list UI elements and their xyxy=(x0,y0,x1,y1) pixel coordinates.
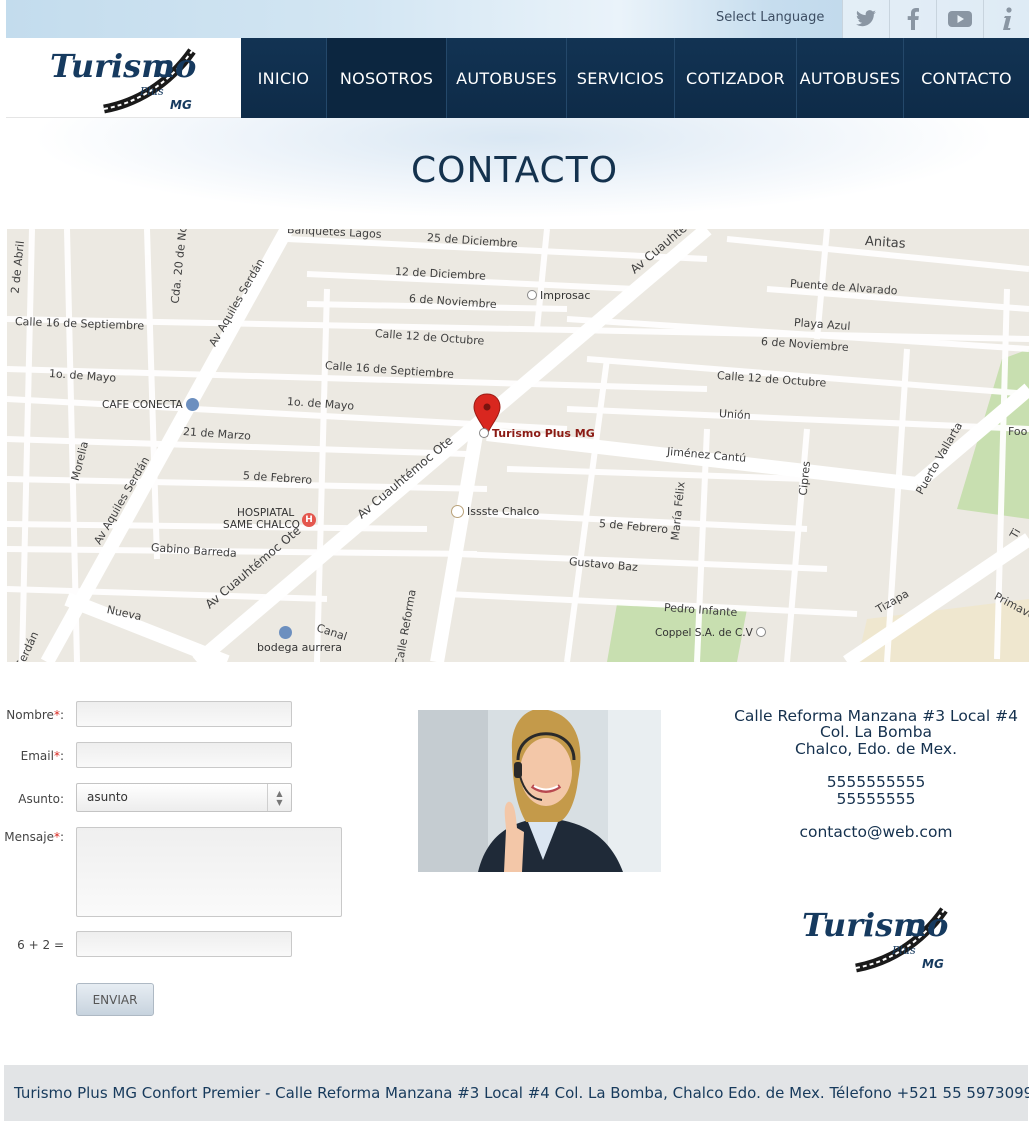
phone-1: 5555555555 xyxy=(826,773,926,791)
poi-icon xyxy=(479,428,489,438)
logo-text-plus: Plus xyxy=(139,85,164,98)
info-link[interactable] xyxy=(983,0,1029,38)
mensaje-label: Mensaje*: xyxy=(4,830,64,844)
map-poi[interactable]: Improsac xyxy=(527,289,590,302)
language-selector[interactable]: Select Language xyxy=(716,10,824,25)
support-agent-photo xyxy=(418,710,661,872)
select-arrows-icon: ▲ ▼ xyxy=(267,784,291,811)
poi-label: Coppel S.A. de C.V xyxy=(655,627,753,639)
map-poi[interactable]: bodega aurrera xyxy=(257,626,342,654)
hospital-icon: H xyxy=(302,512,316,527)
poi-label: bodega aurrera xyxy=(257,641,343,654)
poi-label: CAFE CONECTA xyxy=(102,399,183,411)
nav-item-contacto[interactable]: CONTACTO xyxy=(904,38,1029,118)
site-footer: Turismo Plus MG Confort Premier - Calle … xyxy=(4,1065,1029,1121)
location-map[interactable]: Banquetes Lagos 25 de Diciembre Anitas A… xyxy=(7,229,1029,662)
street-label: Anitas xyxy=(864,234,907,252)
address-line-2: Col. La Bomba xyxy=(819,723,933,741)
street-label: Unión xyxy=(718,407,752,423)
poi-icon xyxy=(527,290,537,300)
youtube-link[interactable] xyxy=(936,0,983,38)
facebook-icon xyxy=(907,8,919,30)
logo-text-mg: MG xyxy=(170,98,192,112)
map-poi[interactable]: CAFE CONECTA xyxy=(102,398,200,411)
footer-text: Turismo Plus MG Confort Premier - Calle … xyxy=(14,1084,1029,1102)
youtube-icon xyxy=(948,11,972,27)
nav-item-servicios[interactable]: SERVICIOS xyxy=(567,38,675,118)
poi-label: HOSPIATAL xyxy=(237,507,295,519)
info-icon xyxy=(1003,7,1012,30)
facebook-link[interactable] xyxy=(889,0,936,38)
nav-item-autobuses-2[interactable]: AUTOBUSES xyxy=(797,38,904,118)
poi-label: Issste Chalco xyxy=(467,505,540,518)
asunto-select-value: asunto xyxy=(87,790,128,804)
poi-label: Improsac xyxy=(540,289,591,302)
captcha-input[interactable] xyxy=(76,931,292,957)
twitter-icon xyxy=(856,10,876,27)
shop-icon xyxy=(279,626,292,639)
bank-icon xyxy=(451,505,464,518)
footer-logo: Turismo Plus MG xyxy=(798,900,958,976)
poi-icon xyxy=(756,627,767,637)
cafe-icon xyxy=(186,398,200,411)
nav-item-nosotros[interactable]: NOSOTROS xyxy=(327,38,447,118)
map-poi[interactable]: SAME CHALCO xyxy=(223,519,300,531)
contact-email[interactable]: contacto@web.com xyxy=(726,824,1026,841)
logo-text-plus: Plus xyxy=(891,944,916,957)
street-label: Foo xyxy=(1008,425,1028,438)
email-label: Email*: xyxy=(20,749,64,763)
asunto-label: Asunto: xyxy=(18,792,64,806)
nav-item-cotizador[interactable]: COTIZADOR xyxy=(675,38,797,118)
nombre-label: Nombre*: xyxy=(6,708,64,722)
mensaje-textarea[interactable] xyxy=(76,827,342,917)
enviar-button[interactable]: ENVIAR xyxy=(76,983,154,1016)
marker-label-text: Turismo Plus MG xyxy=(492,427,595,440)
nav-item-autobuses[interactable]: AUTOBUSES xyxy=(447,38,567,118)
map-poi[interactable]: Issste Chalco xyxy=(451,505,539,518)
site-header: Turismo Plus MG INICIO NOSOTROS AUTOBUSE… xyxy=(6,38,1029,118)
logo-text-main: Turismo xyxy=(802,906,948,944)
marker-label[interactable]: Turismo Plus MG xyxy=(479,427,595,440)
asunto-select[interactable]: asunto ▲ ▼ xyxy=(76,783,292,812)
twitter-link[interactable] xyxy=(842,0,889,38)
page-title: CONTACTO xyxy=(410,150,619,191)
poi-label: SAME CHALCO xyxy=(223,519,300,531)
map-poi[interactable]: Coppel S.A. de C.V xyxy=(655,627,767,639)
nav-item-inicio[interactable]: INICIO xyxy=(241,38,327,118)
main-nav: INICIO NOSOTROS AUTOBUSES SERVICIOS COTI… xyxy=(241,38,1029,118)
phone-2: 55555555 xyxy=(836,790,916,808)
logo-text-mg: MG xyxy=(922,957,944,971)
turismo-logo: Turismo Plus MG xyxy=(802,906,948,973)
agent-illustration xyxy=(418,710,661,872)
email-input[interactable] xyxy=(76,742,292,768)
site-logo[interactable]: Turismo Plus MG xyxy=(6,38,241,118)
nombre-input[interactable] xyxy=(76,701,292,727)
top-bar: Select Language xyxy=(6,0,1029,38)
captcha-label: 6 + 2 = xyxy=(17,938,64,952)
turismo-logo: Turismo Plus MG xyxy=(50,47,196,113)
address-line-3: Chalco, Edo. de Mex. xyxy=(794,740,958,758)
logo-text-main: Turismo xyxy=(50,47,196,85)
